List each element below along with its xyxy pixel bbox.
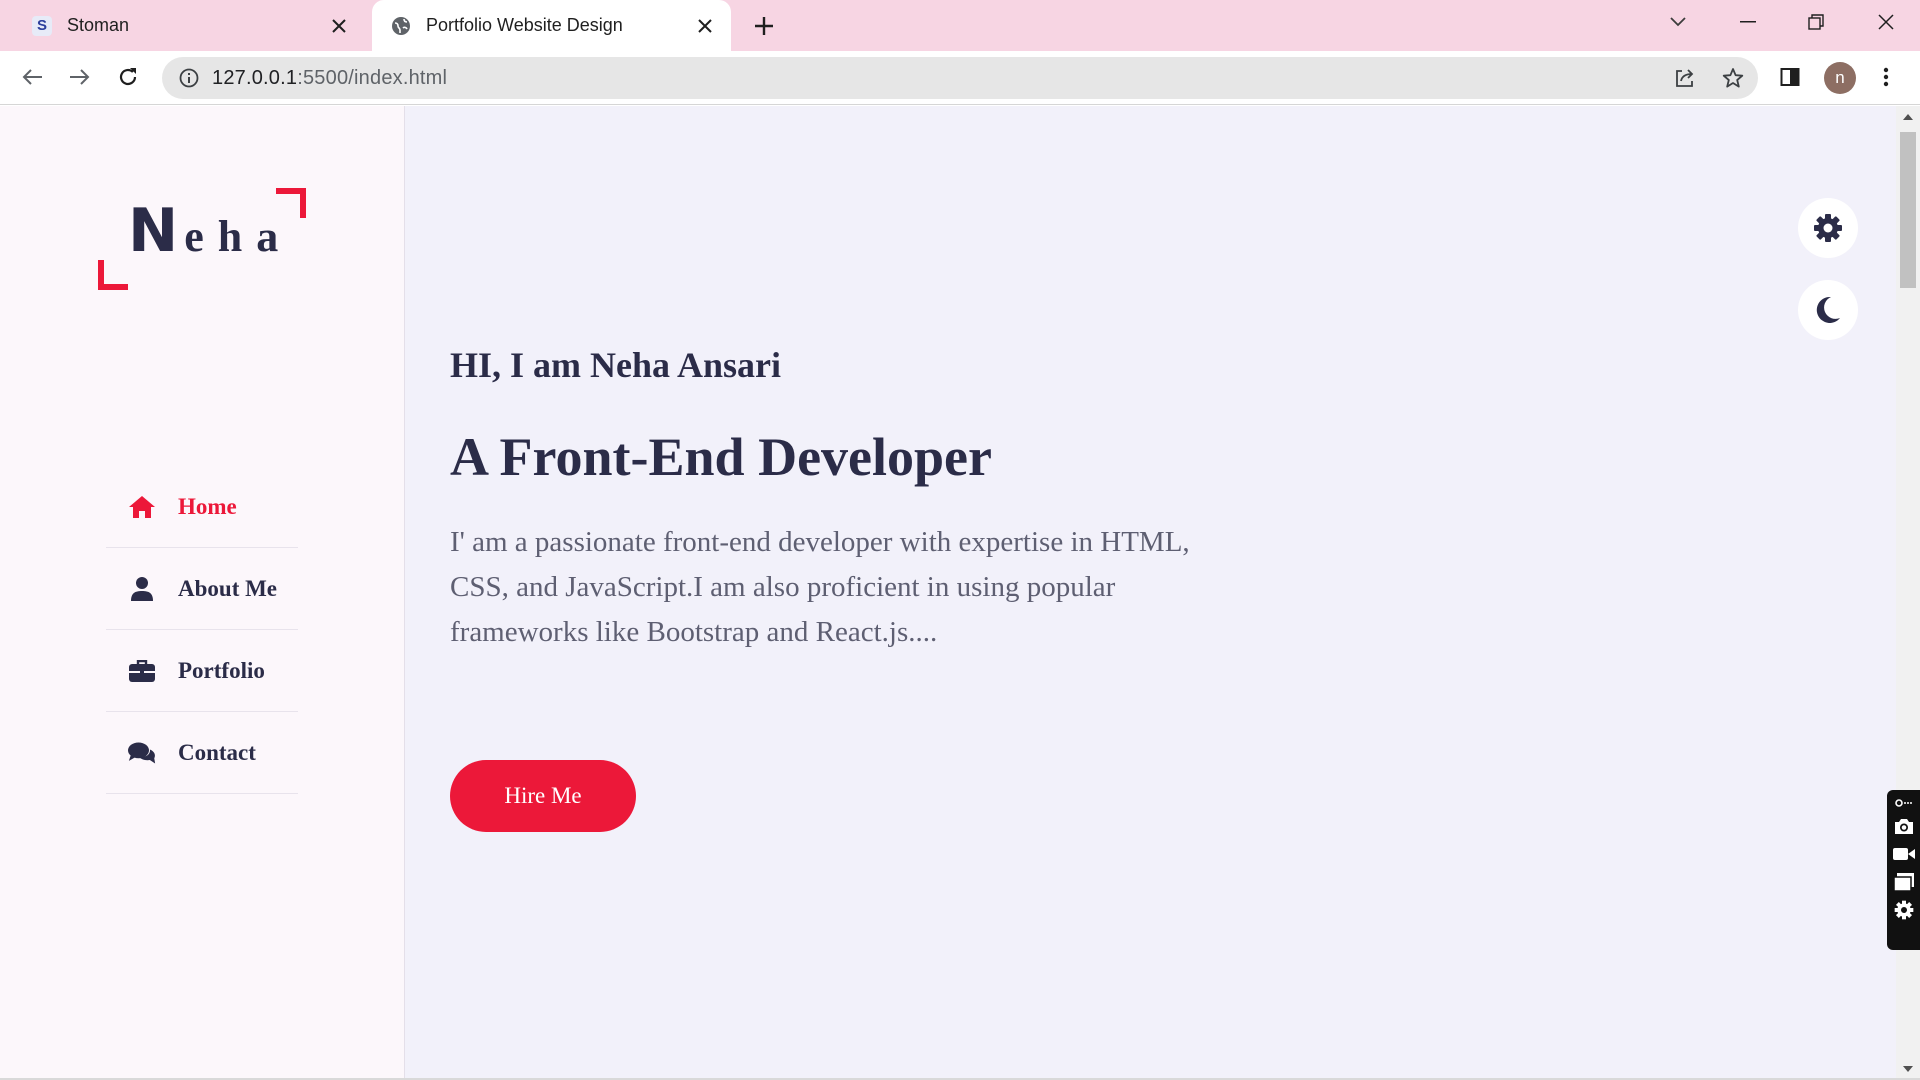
- camera-icon[interactable]: [1892, 812, 1916, 840]
- tab-title: Portfolio Website Design: [426, 15, 623, 35]
- url-text[interactable]: 127.0.0.1:5500/index.html: [212, 67, 447, 90]
- scroll-thumb[interactable]: [1900, 132, 1916, 288]
- new-tab-button[interactable]: [748, 10, 780, 42]
- window-capture-icon[interactable]: [1892, 868, 1916, 896]
- user-icon: [128, 575, 156, 603]
- url-path: :5500/index.html: [297, 66, 448, 89]
- profile-avatar[interactable]: n: [1824, 62, 1856, 94]
- url-host: 127.0.0.1: [212, 66, 298, 89]
- nav-item-about[interactable]: About Me: [106, 548, 298, 630]
- globe-icon: [390, 15, 412, 37]
- reload-icon[interactable]: [110, 59, 146, 95]
- bio-text: I' am a passionate front-end developer w…: [450, 526, 1190, 648]
- screen-capture-extension-panel: [1887, 790, 1920, 950]
- minimize-icon[interactable]: [1724, 0, 1772, 44]
- browser-toolbar: 127.0.0.1:5500/index.html n: [0, 51, 1920, 105]
- close-window-icon[interactable]: [1862, 0, 1910, 44]
- nav-item-home[interactable]: Home: [106, 466, 298, 548]
- nav-item-contact[interactable]: Contact: [106, 712, 298, 794]
- page-viewport: Neha Home About Me Portfolio Contact HI,…: [0, 106, 1920, 1080]
- tab-title: Stoman: [67, 15, 130, 35]
- logo-bracket-bottom-left: [98, 260, 128, 290]
- nav-label: Home: [178, 493, 237, 519]
- nav-label: Contact: [178, 739, 256, 765]
- restore-icon[interactable]: [1792, 0, 1840, 44]
- hire-me-button[interactable]: Hire Me: [450, 760, 636, 832]
- briefcase-icon: [128, 657, 156, 685]
- back-arrow-icon[interactable]: [14, 59, 50, 95]
- nav-label: About Me: [178, 575, 278, 601]
- scroll-up-arrow-icon[interactable]: [1896, 108, 1920, 126]
- browser-tab-strip: S Stoman Portfolio Website Design: [0, 0, 1920, 51]
- tab-stoman[interactable]: S Stoman: [13, 0, 365, 51]
- star-icon[interactable]: [1720, 65, 1746, 91]
- close-icon[interactable]: [325, 12, 353, 40]
- role-heading: A Front-End Developer: [450, 427, 992, 487]
- sidebar-nav: Home About Me Portfolio Contact: [106, 466, 298, 794]
- video-icon[interactable]: [1892, 840, 1916, 868]
- site-info-icon[interactable]: [178, 67, 200, 89]
- scroll-down-arrow-icon[interactable]: [1896, 1060, 1920, 1078]
- extension-settings-icon[interactable]: [1892, 896, 1916, 924]
- comments-icon: [128, 739, 156, 767]
- more-menu-icon[interactable]: [1868, 59, 1904, 95]
- tab-search-icon[interactable]: [1654, 0, 1702, 44]
- logo[interactable]: Neha: [98, 188, 306, 290]
- logo-text: Neha: [128, 196, 292, 266]
- address-bar[interactable]: 127.0.0.1:5500/index.html: [162, 57, 1758, 99]
- logo-initial: N: [128, 196, 179, 266]
- sidebar: Neha Home About Me Portfolio Contact: [0, 106, 405, 1080]
- tab-portfolio[interactable]: Portfolio Website Design: [372, 0, 731, 51]
- side-panel-icon[interactable]: [1772, 59, 1808, 95]
- dark-mode-toggle[interactable]: [1798, 280, 1858, 340]
- nav-label: Portfolio: [178, 657, 265, 683]
- close-icon[interactable]: [691, 12, 719, 40]
- nav-item-portfolio[interactable]: Portfolio: [106, 630, 298, 712]
- home-section: HI, I am Neha Ansari A Front-End Develop…: [450, 106, 1850, 1080]
- forward-arrow-icon[interactable]: [62, 59, 98, 95]
- moon-icon: [1816, 296, 1840, 323]
- greeting-heading: HI, I am Neha Ansari: [450, 345, 782, 385]
- stoman-favicon-icon: S: [31, 15, 53, 37]
- settings-gear-button[interactable]: [1798, 198, 1858, 258]
- link-icon[interactable]: [1892, 794, 1916, 812]
- gear-icon: [1814, 214, 1842, 242]
- home-icon: [128, 493, 156, 521]
- logo-rest: eha: [184, 212, 293, 261]
- share-icon[interactable]: [1672, 65, 1698, 91]
